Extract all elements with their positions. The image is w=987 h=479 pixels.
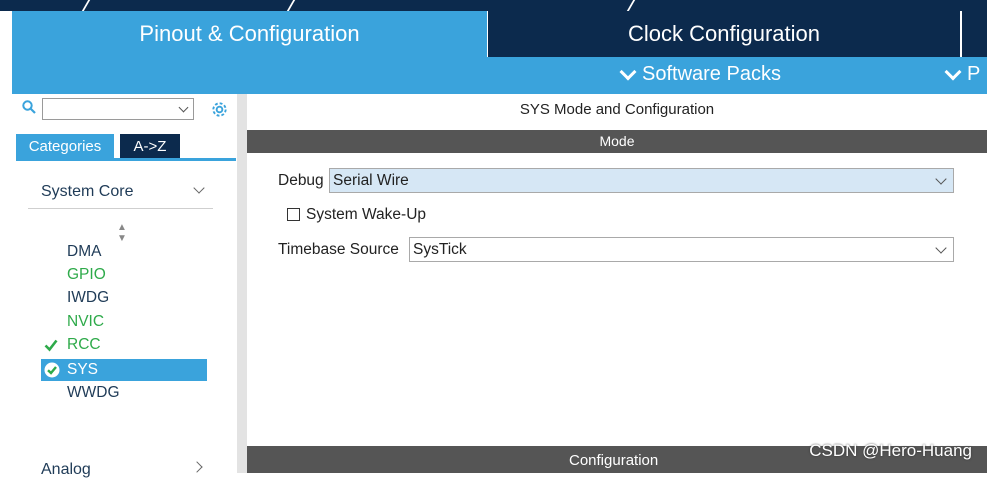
search-icon[interactable] <box>22 100 36 114</box>
breadcrumb-separator <box>286 0 296 11</box>
tab-more[interactable] <box>962 11 987 57</box>
check-icon <box>44 339 58 352</box>
gear-icon[interactable] <box>210 100 229 119</box>
pinout-menu[interactable]: P <box>944 63 981 86</box>
item-label: SYS <box>67 361 99 378</box>
system-wakeup-label: System Wake-Up <box>306 206 427 223</box>
tab-clock-configuration[interactable]: Clock Configuration <box>488 11 960 57</box>
chevron-down-icon <box>178 102 189 113</box>
pane-splitter[interactable] <box>237 94 247 473</box>
debug-value: Serial Wire <box>333 172 409 189</box>
page-title: SYS Mode and Configuration <box>519 101 715 118</box>
debug-select[interactable]: Serial Wire <box>329 168 954 193</box>
check-circle-icon <box>44 362 60 378</box>
item-label: DMA <box>67 243 102 260</box>
timebase-source-label: Timebase Source <box>278 241 399 258</box>
timebase-source-select[interactable]: SysTick <box>409 237 954 262</box>
tab-categories[interactable]: Categories <box>16 134 114 158</box>
breadcrumb-separator <box>81 0 91 11</box>
list-item-wwdg[interactable]: WWDG <box>41 382 207 404</box>
item-label: WWDG <box>67 384 120 401</box>
breadcrumb-separator <box>626 0 636 11</box>
timebase-source-value: SysTick <box>413 241 467 258</box>
list-item-sys[interactable]: SYS <box>41 359 207 381</box>
software-packs-label: Software Packs <box>642 63 781 85</box>
item-label: IWDG <box>67 289 110 306</box>
group-analog[interactable]: Analog <box>41 461 91 479</box>
item-label: RCC <box>67 336 101 353</box>
group-label: System Core <box>41 183 134 200</box>
list-item-gpio[interactable]: GPIO <box>41 264 207 286</box>
pinout-menu-label: P <box>967 63 981 85</box>
mode-header: Mode <box>247 130 987 153</box>
top-nav-strip <box>0 0 987 11</box>
list-item-dma[interactable]: DMA <box>41 241 207 263</box>
chevron-down-icon <box>619 63 637 80</box>
system-wakeup-checkbox[interactable] <box>287 208 300 221</box>
chevron-down-icon <box>935 242 947 254</box>
software-packs-menu[interactable]: Software Packs <box>619 63 781 86</box>
search-input[interactable] <box>42 98 194 120</box>
tab-a-to-z[interactable]: A->Z <box>120 134 180 158</box>
watermark: CSDN @Hero-Huang <box>809 441 972 460</box>
group-system-core[interactable]: System Core <box>28 180 213 209</box>
item-label: GPIO <box>67 266 106 283</box>
item-label: NVIC <box>67 313 105 330</box>
debug-label: Debug <box>278 172 324 189</box>
list-item-iwdg[interactable]: IWDG <box>41 287 207 309</box>
tab-underline <box>16 158 236 161</box>
chevron-down-icon <box>935 173 947 185</box>
list-item-nvic[interactable]: NVIC <box>41 311 207 333</box>
chevron-down-icon <box>944 63 962 80</box>
configuration-header-label: Configuration <box>569 452 659 469</box>
sub-toolbar: Software Packs P <box>12 57 987 94</box>
tab-pinout-configuration[interactable]: Pinout & Configuration <box>12 11 487 57</box>
list-item-rcc[interactable]: RCC <box>41 334 207 356</box>
chevron-down-icon <box>193 182 205 194</box>
